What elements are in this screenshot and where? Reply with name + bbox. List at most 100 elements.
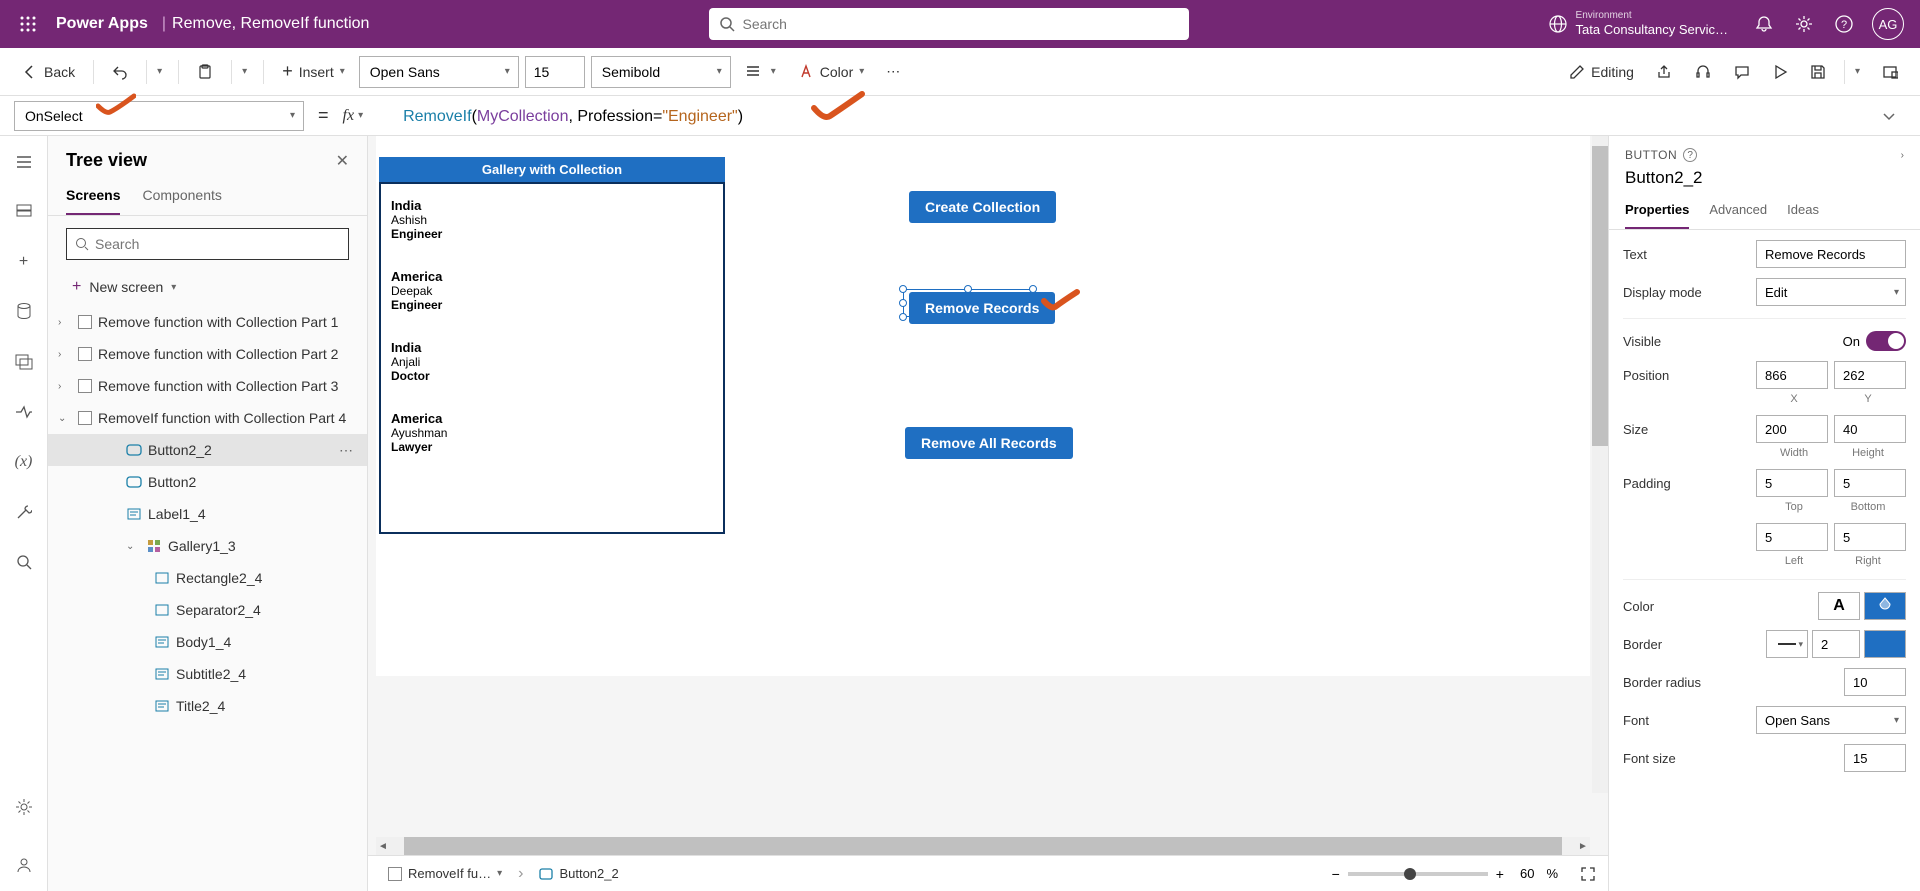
tree-item[interactable]: Separator2_4: [48, 594, 367, 626]
remove-records-button[interactable]: Remove Records: [909, 292, 1055, 324]
editing-mode-button[interactable]: Editing: [1561, 60, 1642, 84]
more-icon[interactable]: ⋯: [339, 442, 361, 459]
gallery-item[interactable]: AmericaAyushmanLawyer: [391, 403, 713, 474]
data-icon[interactable]: [12, 300, 36, 324]
tree-checkbox[interactable]: [78, 411, 92, 425]
expand-chevron[interactable]: ›: [58, 381, 72, 392]
close-tree-icon[interactable]: ✕: [336, 151, 349, 171]
waffle-icon[interactable]: [8, 0, 48, 48]
position-x-input[interactable]: [1756, 361, 1828, 389]
tree-item[interactable]: ⌄Gallery1_3: [48, 530, 367, 562]
tree-search-input[interactable]: [95, 236, 340, 252]
font-select[interactable]: Open Sans: [359, 56, 519, 88]
prop-displaymode-select[interactable]: Edit: [1756, 278, 1906, 306]
tree-item[interactable]: Label1_4: [48, 498, 367, 530]
expand-chevron[interactable]: ⌄: [58, 413, 72, 424]
panel-collapse-icon[interactable]: ›: [1901, 150, 1904, 161]
settings-icon[interactable]: [1784, 0, 1824, 48]
share-button[interactable]: [1648, 60, 1680, 84]
align-button[interactable]: ▾: [737, 60, 784, 84]
copilot-button[interactable]: [1686, 59, 1720, 85]
hamburger-icon[interactable]: [12, 150, 36, 174]
insert-pane-icon[interactable]: +: [12, 250, 36, 274]
fx-icon[interactable]: fx: [343, 107, 355, 125]
control-name[interactable]: Button2_2: [1609, 166, 1920, 196]
font-select[interactable]: Open Sans: [1756, 706, 1906, 734]
prop-text-input[interactable]: [1756, 240, 1906, 268]
tree-checkbox[interactable]: [78, 347, 92, 361]
zoom-slider[interactable]: [1348, 872, 1488, 876]
position-y-input[interactable]: [1834, 361, 1906, 389]
tree-item[interactable]: Subtitle2_4: [48, 658, 367, 690]
new-screen-button[interactable]: + New screen ▾: [48, 272, 367, 306]
tree-item[interactable]: Button2_2⋯: [48, 434, 367, 466]
fit-to-screen-icon[interactable]: [1580, 866, 1596, 882]
width-input[interactable]: [1756, 415, 1828, 443]
gallery-item[interactable]: IndiaAnjaliDoctor: [391, 332, 713, 403]
insert-button[interactable]: + Insert ▾: [274, 57, 353, 86]
media-icon[interactable]: [12, 350, 36, 374]
gallery[interactable]: IndiaAshishEngineerAmericaDeepakEngineer…: [379, 182, 725, 534]
more-button[interactable]: ⋯: [878, 59, 908, 84]
app-name[interactable]: Power Apps: [48, 15, 156, 33]
tree-search[interactable]: [66, 228, 349, 260]
tree-item[interactable]: ›Remove function with Collection Part 3: [48, 370, 367, 402]
tree-item[interactable]: ⌄RemoveIf function with Collection Part …: [48, 402, 367, 434]
back-button[interactable]: Back: [14, 60, 83, 84]
save-chevron[interactable]: ▾: [1855, 66, 1860, 77]
tab-ideas[interactable]: Ideas: [1787, 196, 1819, 229]
gallery-item[interactable]: AmericaDeepakEngineer: [391, 261, 713, 332]
property-dropdown[interactable]: OnSelect: [14, 101, 304, 131]
search-input[interactable]: [743, 16, 1179, 32]
font-color-swatch[interactable]: A: [1818, 592, 1860, 620]
border-radius-input[interactable]: [1844, 668, 1906, 696]
fx-chevron[interactable]: ▾: [358, 110, 363, 121]
comments-button[interactable]: [1726, 60, 1758, 84]
variables-icon[interactable]: (x): [12, 450, 36, 474]
ask-virtual-agent-icon[interactable]: [12, 853, 36, 877]
environment-picker[interactable]: Environment Tata Consultancy Servic…: [1548, 10, 1728, 38]
tree-item[interactable]: Rectangle2_4: [48, 562, 367, 594]
visible-toggle[interactable]: [1866, 331, 1906, 351]
zoom-minus[interactable]: −: [1332, 866, 1340, 882]
font-size-input[interactable]: [1844, 744, 1906, 772]
tools-icon[interactable]: [12, 500, 36, 524]
save-button[interactable]: [1802, 60, 1834, 84]
font-color-button[interactable]: Color ▾: [790, 60, 873, 84]
expand-chevron[interactable]: ›: [58, 317, 72, 328]
settings-rail-icon[interactable]: [12, 795, 36, 819]
tree-item[interactable]: Body1_4: [48, 626, 367, 658]
remove-all-button[interactable]: Remove All Records: [905, 427, 1073, 459]
undo-button[interactable]: [104, 60, 136, 84]
padding-bottom-input[interactable]: [1834, 469, 1906, 497]
tree-item[interactable]: ›Remove function with Collection Part 1: [48, 306, 367, 338]
paste-chevron[interactable]: ▾: [242, 66, 247, 77]
preview-button[interactable]: [1764, 60, 1796, 84]
padding-right-input[interactable]: [1834, 523, 1906, 551]
font-weight-select[interactable]: Semibold: [591, 56, 731, 88]
tree-item[interactable]: ›Remove function with Collection Part 2: [48, 338, 367, 370]
tab-components[interactable]: Components: [142, 179, 221, 215]
global-search[interactable]: [709, 8, 1189, 40]
tab-screens[interactable]: Screens: [66, 179, 120, 215]
font-size-input[interactable]: [525, 56, 585, 88]
tab-advanced[interactable]: Advanced: [1709, 196, 1767, 229]
fill-color-swatch[interactable]: [1864, 592, 1906, 620]
border-width-input[interactable]: [1812, 630, 1860, 658]
border-style-select[interactable]: [1766, 630, 1808, 658]
create-collection-button[interactable]: Create Collection: [909, 191, 1056, 223]
power-automate-icon[interactable]: [12, 400, 36, 424]
expand-chevron[interactable]: ⌄: [126, 541, 140, 552]
horizontal-scrollbar[interactable]: ◄►: [376, 837, 1590, 855]
padding-left-input[interactable]: [1756, 523, 1828, 551]
padding-top-input[interactable]: [1756, 469, 1828, 497]
formula-expand-button[interactable]: [1872, 109, 1906, 123]
info-icon[interactable]: ?: [1683, 148, 1697, 162]
expand-chevron[interactable]: ›: [58, 349, 72, 360]
paste-button[interactable]: [189, 60, 221, 84]
undo-chevron[interactable]: ▾: [157, 66, 162, 77]
gallery-item[interactable]: IndiaAshishEngineer: [391, 190, 713, 261]
height-input[interactable]: [1834, 415, 1906, 443]
tree-checkbox[interactable]: [78, 315, 92, 329]
canvas[interactable]: Gallery with Collection IndiaAshishEngin…: [376, 136, 1590, 676]
